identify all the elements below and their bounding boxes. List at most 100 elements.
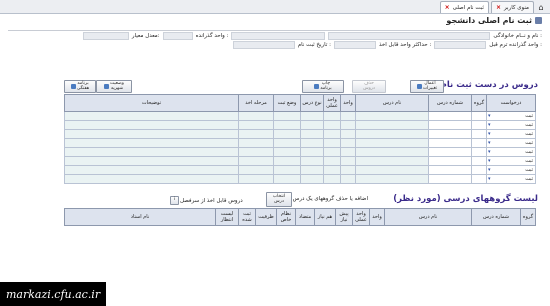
header-course-name: نام درس (355, 94, 429, 112)
student-info: نام و نــام خانوادگی : واحد گذرانده : مع… (62, 31, 542, 74)
group-cell[interactable] (471, 120, 487, 130)
header-request: درخواست (486, 94, 536, 112)
chevron-down-icon: ▾ (488, 113, 491, 119)
description-cell (64, 129, 239, 139)
course-name-cell (355, 156, 429, 166)
chevron-down-icon: ▾ (488, 140, 491, 146)
group-cell[interactable] (471, 129, 487, 139)
course-number-cell[interactable] (428, 111, 472, 121)
group-cell[interactable] (471, 147, 487, 157)
practical-units-cell (323, 147, 341, 157)
course-number-cell[interactable] (428, 138, 472, 148)
units-cell (340, 165, 356, 175)
request-select[interactable]: ثبت ▾ (486, 129, 536, 139)
description-cell (64, 174, 239, 184)
course-number-cell[interactable] (428, 147, 472, 157)
stage-cell (238, 165, 274, 175)
apply-changes-button[interactable]: اعمال تغییرات (410, 80, 444, 93)
stage-cell (238, 111, 274, 121)
header-units: واحد (369, 208, 385, 226)
units-cell (340, 156, 356, 166)
group-cell[interactable] (471, 138, 487, 148)
group-cell[interactable] (471, 156, 487, 166)
practical-units-cell (323, 156, 341, 166)
course-number-cell[interactable] (428, 165, 472, 175)
table-row: ثبت ▾ (64, 156, 536, 166)
chevron-down-icon: ▾ (488, 158, 491, 164)
table-row: ثبت ▾ (64, 165, 536, 175)
request-select[interactable]: ثبت ▾ (486, 147, 536, 157)
add-remove-groups-label: اضافه یا حذف گروههای یک درس (292, 196, 368, 202)
request-select[interactable]: ثبت ▾ (486, 120, 536, 130)
header-registered: ثبت شده (238, 208, 256, 226)
name-extra-field (231, 31, 326, 40)
course-type-cell (300, 147, 324, 157)
tab-user-menu[interactable]: × منوی کاربر (490, 1, 534, 13)
site-footer: markazi.cfu.ac.ir (0, 282, 106, 306)
last-term-units-field (434, 40, 487, 49)
name-row: نام و نــام خانوادگی : واحد گذرانده : مع… (82, 31, 542, 40)
group-cell[interactable] (471, 165, 487, 175)
practical-units-cell (323, 138, 341, 148)
header-group: گروه (471, 94, 487, 112)
request-select[interactable]: ثبت ▾ (486, 174, 536, 184)
request-select[interactable]: ثبت ▾ (486, 156, 536, 166)
chevron-down-icon: ▾ (488, 149, 491, 155)
group-cell[interactable] (471, 174, 487, 184)
header-practical-units: واحد عملی (323, 94, 341, 112)
reg-status-cell (273, 147, 301, 157)
units-cell (340, 120, 356, 130)
group-cell[interactable] (471, 111, 487, 121)
reg-status-cell (273, 156, 301, 166)
description-cell (64, 120, 239, 130)
registering-courses-table: درخواست گروه شماره درس نام درس واحد واحد… (64, 94, 536, 184)
close-icon[interactable]: × (445, 4, 450, 11)
tab-bar: ⌂ × منوی کاربر × ثبت نام اصلی (0, 0, 550, 14)
practical-units-cell (323, 165, 341, 175)
course-number-cell[interactable] (428, 156, 472, 166)
tab-main-registration[interactable]: × ثبت نام اصلی (439, 1, 489, 13)
chevron-down-icon: ▾ (488, 122, 491, 128)
reg-status-cell (273, 165, 301, 175)
blank-area (0, 254, 550, 280)
course-number-cell[interactable] (428, 174, 472, 184)
course-groups-table: گروه شماره درس نام درس واحد واحد عملی پی… (64, 208, 536, 226)
stage-cell (238, 147, 274, 157)
sarfasl-courses-label: دروس قابل اخذ از سرفصل (180, 198, 243, 204)
info-icon[interactable]: i (170, 196, 179, 205)
description-cell (64, 165, 239, 175)
course-number-cell[interactable] (428, 120, 472, 130)
course-number-cell[interactable] (428, 129, 472, 139)
wallet-icon (104, 84, 110, 89)
weekly-schedule-button[interactable]: برنامه هفتگی (64, 80, 96, 93)
reg-status-cell (273, 129, 301, 139)
table-row: ثبت ▾ (64, 138, 536, 148)
units-cell (340, 147, 356, 157)
tuition-status-button[interactable]: وضعیت شهریه (96, 80, 132, 93)
delete-courses-button[interactable]: حذف دروس (352, 80, 386, 93)
home-icon[interactable]: ⌂ (536, 1, 546, 13)
course-type-cell (300, 129, 324, 139)
table-row: ثبت ▾ (64, 147, 536, 157)
student-icon (535, 17, 542, 24)
close-icon[interactable]: × (496, 4, 501, 11)
section-title-registering: دروس در دست ثبت نام (440, 80, 538, 90)
header-waitlist: لیست انتظار (215, 208, 239, 226)
table-header: گروه شماره درس نام درس واحد واحد عملی پی… (64, 208, 536, 226)
section-title-groups: لیست گروههای درسی (مورد نظر) (393, 194, 538, 204)
description-cell (64, 138, 239, 148)
name-field (328, 31, 491, 40)
course-type-cell (300, 156, 324, 166)
request-select[interactable]: ثبت ▾ (486, 138, 536, 148)
request-select[interactable]: ثبت ▾ (486, 111, 536, 121)
print-schedule-button[interactable]: چاپ برنامه (302, 80, 344, 93)
average-field (82, 31, 129, 40)
print-icon (314, 84, 320, 89)
course-type-cell (300, 165, 324, 175)
select-course-button[interactable]: انتخاب درس (266, 192, 292, 207)
header-group: گروه (520, 208, 536, 226)
header-reg-status: وضع ثبت (273, 94, 301, 112)
description-cell (64, 147, 239, 157)
practical-units-cell (323, 111, 341, 121)
request-select[interactable]: ثبت ▾ (486, 165, 536, 175)
